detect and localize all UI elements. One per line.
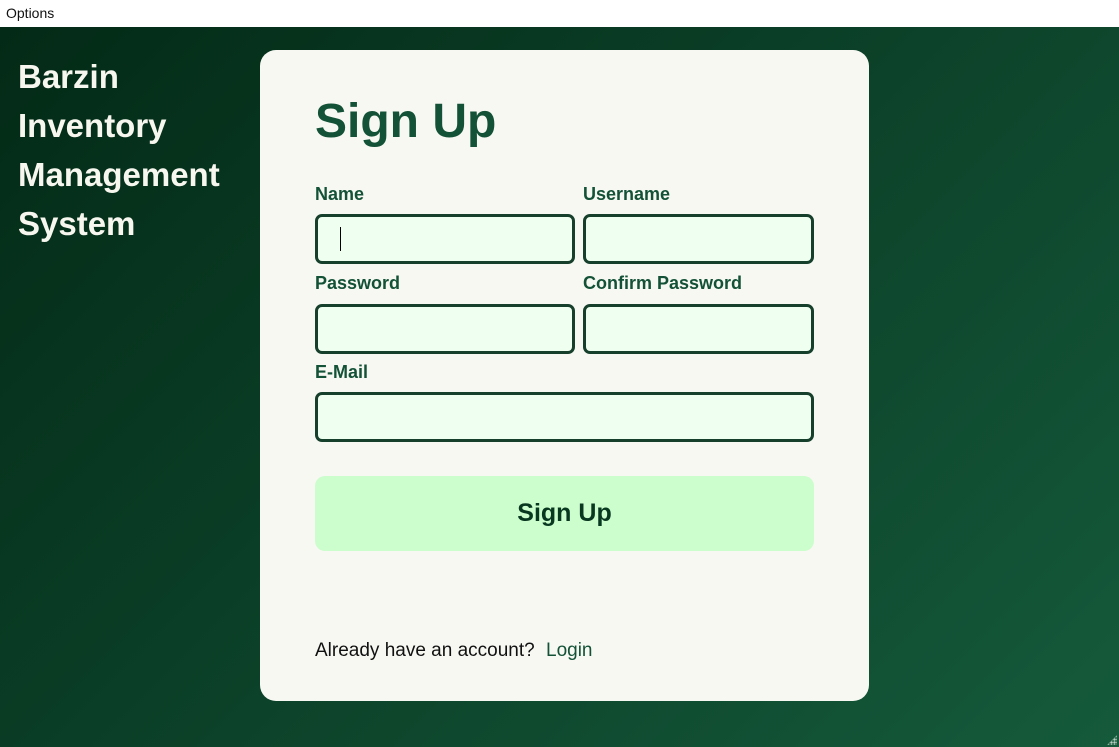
confirm-password-input[interactable] [583, 304, 814, 354]
sign-up-button[interactable]: Sign Up [315, 476, 814, 551]
email-input[interactable] [315, 392, 814, 442]
app-title-line: Inventory [18, 107, 167, 144]
menu-options[interactable]: Options [6, 5, 54, 21]
app-title-line: Barzin [18, 58, 119, 95]
app-title: Barzin Inventory Management System [18, 52, 248, 248]
app-title-line: System [18, 205, 136, 242]
text-caret [340, 227, 341, 251]
email-label: E-Mail [315, 362, 369, 382]
app-title-line: Management [18, 156, 220, 193]
username-input[interactable] [583, 214, 814, 264]
login-prompt-text: Already have an account? [315, 640, 535, 661]
password-label: Password [315, 273, 401, 293]
login-link[interactable]: Login [546, 640, 593, 661]
login-prompt: Already have an account? Login [315, 640, 593, 662]
resize-grip-icon[interactable] [1107, 735, 1117, 745]
main-area: Barzin Inventory Management System Sign … [0, 27, 1119, 747]
menu-bar: Options [0, 0, 1119, 27]
name-input[interactable] [315, 214, 575, 264]
signup-card: Sign Up Name Username Password Confirm P… [260, 50, 869, 701]
username-label: Username [583, 184, 671, 204]
name-label: Name [315, 184, 365, 204]
page-title: Sign Up [315, 95, 497, 148]
confirm-password-label: Confirm Password [583, 273, 743, 293]
password-input[interactable] [315, 304, 575, 354]
